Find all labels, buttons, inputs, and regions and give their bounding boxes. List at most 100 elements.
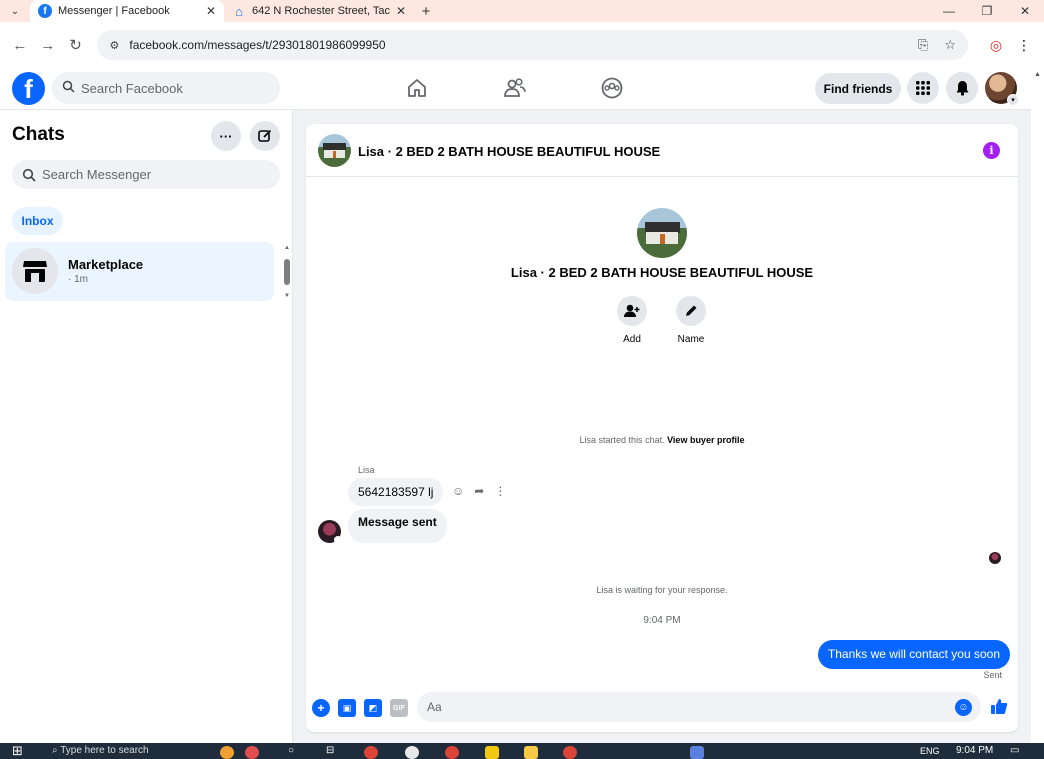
- facebook-search[interactable]: [52, 72, 280, 104]
- more-options-icon[interactable]: ⋮: [494, 484, 506, 498]
- close-window-icon[interactable]: ✕: [1006, 0, 1044, 22]
- more-actions-plus-icon[interactable]: +: [312, 699, 330, 717]
- profile-icon[interactable]: ◎: [982, 37, 1010, 54]
- name-chat-button[interactable]: Name: [661, 296, 721, 345]
- close-tab-icon[interactable]: ✕: [206, 4, 216, 18]
- browser-tab-zillow[interactable]: ⌂ 642 N Rochester Street, Tacoma ✕: [224, 0, 414, 22]
- file-explorer-icon[interactable]: [524, 746, 538, 759]
- minimize-icon[interactable]: —: [930, 0, 968, 22]
- browser-menu-icon[interactable]: ⋮: [1010, 37, 1038, 54]
- message-timestamp: 9:04 PM: [643, 615, 681, 626]
- sent-status: Sent: [983, 670, 1002, 680]
- install-app-icon[interactable]: ⎘: [918, 37, 928, 53]
- groups-icon[interactable]: [600, 76, 624, 100]
- language-indicator[interactable]: ENG: [920, 743, 940, 759]
- add-person-icon: [617, 296, 647, 326]
- taskbar-clock[interactable]: 9:04 PM: [956, 743, 993, 759]
- pencil-icon: [676, 296, 706, 326]
- news-widget-icon[interactable]: [245, 746, 259, 759]
- friends-icon[interactable]: [503, 76, 527, 100]
- search-icon: [22, 168, 36, 182]
- home-icon[interactable]: [405, 76, 429, 100]
- chats-sidebar: Chats ··· Inbox Marketplace · 1m ▲ ▼: [0, 110, 293, 743]
- chrome-icon[interactable]: [364, 746, 378, 759]
- chat-list-item[interactable]: Marketplace · 1m: [5, 242, 274, 301]
- forward-icon[interactable]: →: [34, 37, 62, 54]
- scroll-down-icon[interactable]: ▼: [283, 292, 291, 300]
- thumbs-up-like-icon[interactable]: [990, 697, 1008, 720]
- sticky-notes-icon[interactable]: [485, 746, 499, 759]
- profile-avatar[interactable]: ▾: [985, 72, 1019, 106]
- add-label: Add: [623, 334, 641, 345]
- attach-photo-icon[interactable]: ▣: [338, 699, 356, 717]
- facebook-search-input[interactable]: [81, 80, 261, 96]
- browser-tabstrip: ⌄ f Messenger | Facebook ✕ ⌂ 642 N Roche…: [0, 0, 1044, 22]
- listing-photo: [637, 208, 687, 258]
- info-icon[interactable]: i: [983, 142, 1000, 159]
- facebook-logo-icon[interactable]: f: [12, 72, 45, 105]
- reload-icon[interactable]: ↻: [62, 36, 90, 54]
- restore-icon[interactable]: ❐: [968, 0, 1006, 22]
- chrome-icon[interactable]: [445, 746, 459, 759]
- chat-time: · 1m: [68, 274, 88, 285]
- chrome-active-icon[interactable]: [563, 746, 577, 759]
- site-info-icon[interactable]: ⚙: [109, 39, 119, 52]
- scroll-up-icon[interactable]: ▲: [283, 244, 291, 252]
- incoming-message[interactable]: 5642183597 lj: [348, 478, 444, 506]
- inbox-filter-tab[interactable]: Inbox: [12, 207, 63, 235]
- waiting-notice: Lisa is waiting for your response.: [596, 585, 728, 595]
- new-message-icon[interactable]: [250, 121, 280, 151]
- page-scrollbar[interactable]: ▲: [1031, 68, 1044, 743]
- message-composer: + ▣ ◩ GIF ☺: [306, 690, 1018, 726]
- view-buyer-profile-link[interactable]: View buyer profile: [667, 435, 744, 445]
- file-icon[interactable]: ⊟: [326, 743, 334, 759]
- add-people-button[interactable]: Add: [602, 296, 662, 345]
- conversation-center-title: Lisa · 2 BED 2 BATH HOUSE BEAUTIFUL HOUS…: [510, 265, 814, 280]
- reply-icon[interactable]: ➦: [474, 484, 484, 498]
- message-input[interactable]: [427, 700, 947, 714]
- sender-avatar[interactable]: [318, 520, 342, 544]
- back-icon[interactable]: ←: [6, 37, 34, 54]
- facebook-header: f Find friends ▾: [0, 68, 1044, 110]
- search-icon: ⌕: [52, 745, 61, 756]
- task-view-icon[interactable]: ○: [288, 743, 294, 759]
- chevron-down-icon: ▾: [1007, 94, 1019, 106]
- react-emoji-icon[interactable]: ☺: [452, 484, 464, 498]
- conversation-panel: Lisa · 2 BED 2 BATH HOUSE BEAUTIFUL HOUS…: [306, 124, 1018, 732]
- notification-center-icon[interactable]: ▭: [1010, 743, 1019, 759]
- taskbar-search-text: Type here to search: [60, 745, 149, 756]
- find-friends-button[interactable]: Find friends: [815, 73, 901, 104]
- browser-tab-messenger[interactable]: f Messenger | Facebook ✕: [30, 0, 224, 22]
- scroll-thumb[interactable]: [284, 259, 290, 285]
- seen-indicator-avatar: [989, 552, 1001, 564]
- message-input-box[interactable]: ☺: [417, 692, 981, 722]
- conversation-title[interactable]: Lisa · 2 BED 2 BATH HOUSE BEAUTIFUL HOUS…: [358, 144, 660, 159]
- news-widget-icon[interactable]: [220, 746, 234, 759]
- windows-taskbar: ⊞ ⌕ Type here to search ○ ⊟ ENG 9:04 PM …: [0, 743, 1044, 759]
- new-tab-icon[interactable]: +: [414, 0, 438, 22]
- chat-options-icon[interactable]: ···: [211, 121, 241, 151]
- sidebar-scrollbar[interactable]: ▲ ▼: [283, 244, 291, 300]
- sticker-icon[interactable]: ◩: [364, 699, 382, 717]
- messenger-search-input[interactable]: [42, 167, 262, 182]
- notifications-bell-icon[interactable]: [946, 72, 978, 104]
- tab-search-chevron-icon[interactable]: ⌄: [0, 0, 30, 22]
- incoming-message[interactable]: Message sent: [348, 509, 447, 543]
- zillow-favicon-icon: ⌂: [235, 3, 243, 19]
- gif-icon[interactable]: GIF: [390, 699, 408, 717]
- message-actions: ☺ ➦ ⋮: [452, 484, 506, 498]
- search-icon: [62, 80, 75, 96]
- outgoing-message[interactable]: Thanks we will contact you soon: [817, 640, 1010, 669]
- scroll-up-icon[interactable]: ▲: [1031, 71, 1044, 78]
- close-tab-icon[interactable]: ✕: [396, 4, 406, 18]
- taskbar-search[interactable]: ⌕ Type here to search: [52, 743, 182, 759]
- app-icon[interactable]: [405, 746, 419, 759]
- address-bar[interactable]: ⚙ facebook.com/messages/t/29301801986099…: [97, 30, 969, 60]
- menu-grid-icon[interactable]: [907, 72, 939, 104]
- messenger-search[interactable]: [12, 160, 280, 189]
- bookmark-star-icon[interactable]: ☆: [944, 37, 956, 53]
- windows-start-icon[interactable]: ⊞: [12, 743, 23, 759]
- emoji-icon[interactable]: ☺: [955, 699, 972, 716]
- conversation-avatar[interactable]: [318, 134, 351, 167]
- app-icon[interactable]: [690, 746, 704, 759]
